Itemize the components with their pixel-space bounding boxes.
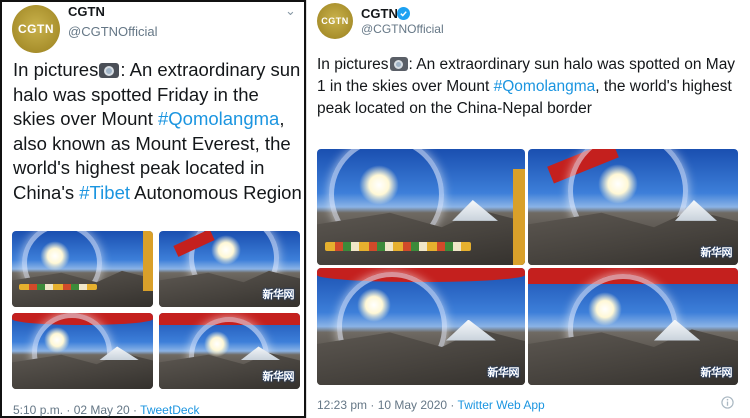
tweet-timestamp[interactable]: 12:23 pm · 10 May 2020 · xyxy=(317,398,458,412)
tweet-source[interactable]: TweetDeck xyxy=(140,403,199,417)
tweet-card-left: CGTN CGTN @CGTNOfficial ⌄ In pictures: A… xyxy=(0,0,306,418)
tweet-photo-2[interactable]: 新华网 xyxy=(159,231,300,307)
tweet-meta: 12:23 pm · 10 May 2020 · Twitter Web App xyxy=(317,398,545,412)
tweet-text: In pictures: An extraordinary sun halo w… xyxy=(13,59,302,203)
tweet-photo-3[interactable] xyxy=(12,313,153,389)
xinhua-watermark: 新华网 xyxy=(700,247,733,259)
chevron-down-icon[interactable]: ⌄ xyxy=(285,3,296,19)
author-name[interactable]: CGTN xyxy=(68,4,105,19)
xinhua-watermark: 新华网 xyxy=(487,367,520,379)
avatar[interactable]: CGTN xyxy=(317,3,353,39)
tweet-card-right: CGTN CGTN @CGTNOfficial In pictures: An … xyxy=(306,0,750,418)
info-icon[interactable] xyxy=(721,396,734,409)
tweet-photo-3[interactable]: 新华网 xyxy=(317,268,525,385)
tweet-source[interactable]: Twitter Web App xyxy=(458,398,545,412)
avatar[interactable]: CGTN xyxy=(12,5,60,53)
hashtag-tibet[interactable]: #Tibet xyxy=(79,182,130,203)
xinhua-watermark: 新华网 xyxy=(262,289,295,301)
tweet-timestamp[interactable]: 5:10 p.m. · 02 May 20 · xyxy=(13,403,140,417)
camera-icon xyxy=(389,57,408,71)
camera-icon xyxy=(99,63,120,78)
xinhua-watermark: 新华网 xyxy=(700,367,733,379)
tweet-text: In pictures: An extraordinary sun halo w… xyxy=(317,56,736,117)
tweet-photo-1[interactable] xyxy=(12,231,153,307)
tweet-photo-4[interactable]: 新华网 xyxy=(159,313,300,389)
author-handle[interactable]: @CGTNOfficial xyxy=(361,22,444,36)
verified-badge-icon xyxy=(397,7,410,20)
tweet-photo-4[interactable]: 新华网 xyxy=(528,268,738,385)
xinhua-watermark: 新华网 xyxy=(262,371,295,383)
author-handle[interactable]: @CGTNOfficial xyxy=(68,24,158,39)
tweet-photo-2[interactable]: 新华网 xyxy=(528,149,738,265)
hashtag-qomolangma[interactable]: #Qomolangma xyxy=(158,108,279,129)
tweet-meta: 5:10 p.m. · 02 May 20 · TweetDeck xyxy=(13,403,200,417)
author-name[interactable]: CGTN xyxy=(361,6,398,21)
hashtag-qomolangma[interactable]: #Qomolangma xyxy=(494,78,596,95)
tweet-photo-1[interactable] xyxy=(317,149,525,265)
